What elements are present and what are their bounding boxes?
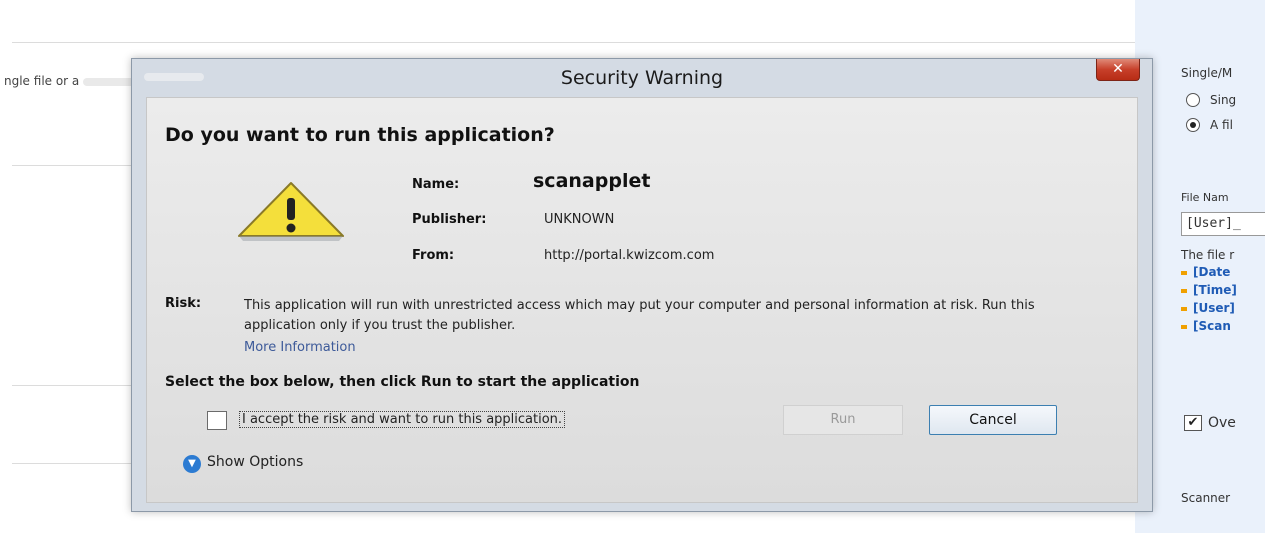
- instruction-text: Select the box below, then click Run to …: [165, 374, 640, 390]
- dialog-titlebar[interactable]: Security Warning ✕: [132, 59, 1152, 97]
- chevron-down-icon: ▼: [183, 455, 201, 473]
- accept-risk-checkbox[interactable]: [207, 411, 227, 430]
- close-button[interactable]: ✕: [1096, 59, 1140, 81]
- token-user[interactable]: [User]: [1181, 301, 1235, 315]
- risk-label: Risk:: [165, 296, 202, 311]
- cancel-button[interactable]: Cancel: [929, 405, 1057, 435]
- upload-mode-heading: Single/M: [1181, 66, 1233, 80]
- multi-file-radio[interactable]: [1186, 118, 1200, 132]
- publisher-label: Publisher:: [412, 212, 487, 227]
- divider: [12, 42, 1135, 43]
- settings-panel: Single/M Sing A fil File Nam [User]_ The…: [1135, 0, 1265, 533]
- scanner-label: Scanner: [1181, 491, 1231, 505]
- token-time[interactable]: [Time]: [1181, 283, 1237, 297]
- single-file-radio[interactable]: [1186, 93, 1200, 107]
- multi-file-label: A fil: [1210, 118, 1233, 132]
- from-value: http://portal.kwizcom.com: [544, 248, 715, 263]
- security-warning-dialog: Security Warning ✕ Do you want to run th…: [131, 58, 1153, 512]
- name-label: Name:: [412, 177, 460, 192]
- application-name: scanapplet: [533, 170, 651, 192]
- overwrite-label: Ove: [1208, 415, 1236, 431]
- show-options-label: Show Options: [207, 454, 304, 470]
- from-label: From:: [412, 248, 455, 263]
- accept-risk-label[interactable]: I accept the risk and want to run this a…: [239, 411, 566, 428]
- overwrite-checkbox[interactable]: ✔: [1184, 415, 1202, 431]
- file-name-description: The file r: [1181, 248, 1235, 262]
- more-information-link[interactable]: More Information: [244, 340, 356, 355]
- publisher-value: UNKNOWN: [544, 212, 615, 227]
- warning-icon: [238, 182, 344, 241]
- single-file-label: Sing: [1210, 93, 1237, 107]
- upload-mode-description: ngle file or a: [4, 74, 144, 88]
- token-scan[interactable]: [Scan: [1181, 319, 1231, 333]
- file-name-input[interactable]: [User]_: [1181, 212, 1265, 236]
- risk-description: This application will run with unrestric…: [244, 298, 1035, 333]
- token-date[interactable]: [Date: [1181, 265, 1230, 279]
- file-name-label: File Nam: [1181, 191, 1229, 204]
- dialog-content: Do you want to run this application? Nam…: [146, 97, 1138, 503]
- dialog-question: Do you want to run this application?: [165, 124, 555, 146]
- close-icon: ✕: [1112, 61, 1124, 77]
- dialog-title: Security Warning: [560, 67, 724, 89]
- run-button[interactable]: Run: [783, 405, 903, 435]
